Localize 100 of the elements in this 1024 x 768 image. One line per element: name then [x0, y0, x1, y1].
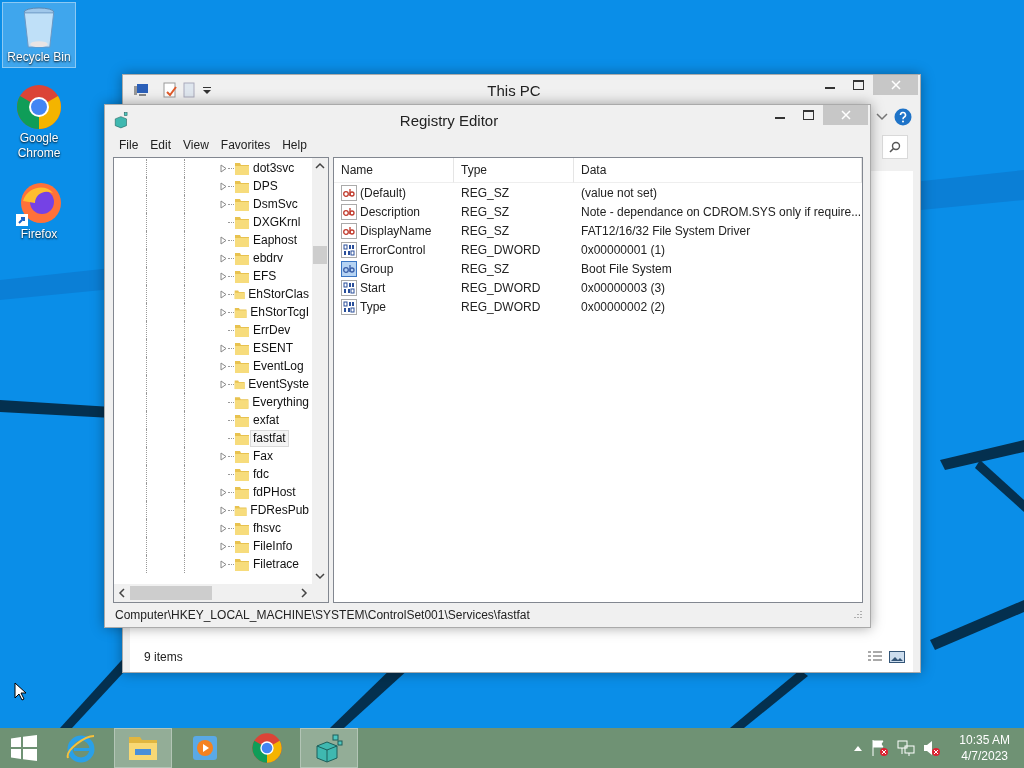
- expand-arrow-icon[interactable]: [220, 235, 228, 245]
- folder-icon: [234, 160, 250, 176]
- flag-error-icon[interactable]: [871, 739, 890, 757]
- registry-key[interactable]: fhsvc: [250, 519, 284, 537]
- registry-key[interactable]: EventSyste: [245, 375, 312, 393]
- taskbar-app-button[interactable]: [300, 728, 358, 768]
- horizontal-scrollbar[interactable]: [114, 584, 328, 602]
- menu-item[interactable]: Help: [276, 138, 313, 152]
- registry-key[interactable]: FDResPub: [247, 501, 312, 519]
- vertical-scrollbar[interactable]: [312, 158, 328, 584]
- expand-arrow-icon[interactable]: [220, 541, 228, 551]
- registry-key[interactable]: EFS: [250, 267, 280, 285]
- expand-arrow-icon[interactable]: [220, 559, 228, 569]
- folder-icon: [234, 196, 250, 212]
- minimize-icon: [775, 117, 785, 119]
- column-header[interactable]: Name: [334, 158, 454, 183]
- close-icon: [890, 80, 901, 90]
- chrome-icon: [251, 732, 283, 764]
- computer-icon: [133, 83, 149, 97]
- folder-icon: [234, 538, 250, 554]
- value-name[interactable]: Type: [334, 297, 454, 316]
- expand-arrow-icon[interactable]: [220, 163, 228, 173]
- expand-arrow-icon[interactable]: [220, 361, 228, 371]
- large-icons-view-icon[interactable]: [889, 651, 905, 663]
- folder-icon: [234, 214, 250, 230]
- registry-key[interactable]: DXGKrnl: [250, 213, 304, 231]
- registry-cubes-icon: [113, 111, 131, 129]
- media-player-icon: [191, 734, 219, 762]
- value-data: 0x00000002 (2): [580, 298, 667, 316]
- network-icon[interactable]: [897, 739, 916, 757]
- help-icon[interactable]: [894, 108, 912, 126]
- folder-icon: [234, 322, 250, 338]
- expand-arrow-icon[interactable]: [220, 487, 228, 497]
- value-name[interactable]: Group: [334, 259, 454, 278]
- expand-arrow-icon[interactable]: [220, 307, 228, 317]
- menu-item[interactable]: Edit: [144, 138, 178, 152]
- expand-arrow-icon[interactable]: [220, 343, 228, 353]
- expand-arrow-icon[interactable]: [220, 289, 228, 299]
- registry-key[interactable]: DPS: [250, 177, 281, 195]
- expand-arrow-icon[interactable]: [220, 451, 228, 461]
- registry-key[interactable]: fdPHost: [250, 483, 299, 501]
- folder-icon: [234, 178, 250, 194]
- value-name[interactable]: DisplayName: [334, 221, 454, 240]
- expand-arrow-icon[interactable]: [220, 181, 228, 191]
- scroll-thumb[interactable]: [313, 246, 327, 264]
- value-name[interactable]: ErrorControl: [334, 240, 454, 259]
- registry-key[interactable]: ErrDev: [250, 321, 294, 339]
- registry-key[interactable]: Eaphost: [250, 231, 301, 249]
- value-name[interactable]: Start: [334, 278, 454, 297]
- value-type: REG_DWORD: [460, 298, 542, 316]
- registry-key[interactable]: EhStorClas: [245, 285, 312, 303]
- registry-key[interactable]: EhStorTcgI: [247, 303, 312, 321]
- binary-value-icon: [341, 298, 357, 315]
- resize-grip-icon[interactable]: [852, 610, 862, 620]
- folder-icon: [234, 358, 250, 374]
- column-header[interactable]: Type: [454, 158, 574, 183]
- value-type: REG_SZ: [460, 222, 510, 240]
- menu-item[interactable]: Favorites: [214, 138, 277, 152]
- value-type: REG_DWORD: [460, 279, 542, 297]
- maximize-icon: [802, 110, 814, 120]
- expand-arrow-icon[interactable]: [220, 199, 228, 209]
- registry-key[interactable]: Filetrace: [250, 555, 302, 573]
- registry-key[interactable]: Fax: [250, 447, 276, 465]
- chrome-shortcut-icon: [15, 83, 63, 131]
- search-button[interactable]: [882, 135, 908, 159]
- windows-logo-icon: [11, 735, 37, 761]
- taskbar-app-button[interactable]: [114, 728, 172, 768]
- file-explorer-icon: [127, 734, 159, 762]
- registry-key[interactable]: exfat: [250, 411, 282, 429]
- speaker-muted-icon[interactable]: [923, 739, 942, 757]
- registry-key[interactable]: FileInfo: [250, 537, 296, 555]
- value-name[interactable]: (Default): [334, 183, 454, 202]
- expand-arrow-icon[interactable]: [220, 505, 228, 515]
- show-hidden-icons-icon[interactable]: [853, 745, 864, 751]
- value-name[interactable]: Description: [334, 202, 454, 221]
- registry-key[interactable]: Everything: [249, 393, 312, 411]
- expand-arrow-icon[interactable]: [220, 253, 228, 263]
- registry-key[interactable]: ESENT: [250, 339, 296, 357]
- expand-arrow-icon[interactable]: [220, 523, 228, 533]
- menu-item[interactable]: View: [177, 138, 215, 152]
- maximize-icon: [852, 80, 864, 90]
- folder-icon: [234, 466, 250, 482]
- registry-key[interactable]: DsmSvc: [250, 195, 301, 213]
- expand-arrow-icon[interactable]: [220, 271, 228, 281]
- registry-key[interactable]: fastfat: [250, 429, 289, 447]
- column-header[interactable]: Data: [574, 158, 862, 183]
- value-data: Boot File System: [580, 260, 673, 278]
- details-view-icon[interactable]: [867, 651, 883, 663]
- registry-key[interactable]: dot3svc: [250, 159, 298, 177]
- value-type: REG_SZ: [460, 203, 510, 221]
- chevron-down-icon[interactable]: [876, 113, 888, 121]
- registry-key[interactable]: ebdrv: [250, 249, 287, 267]
- expand-arrow-icon[interactable]: [220, 379, 228, 389]
- registry-key[interactable]: fdc: [250, 465, 272, 483]
- folder-icon: [234, 394, 250, 410]
- string-value-icon: [341, 184, 357, 201]
- registry-key[interactable]: EventLog: [250, 357, 307, 375]
- scroll-thumb[interactable]: [130, 586, 212, 600]
- minimize-icon: [825, 87, 835, 89]
- search-icon: [889, 141, 901, 153]
